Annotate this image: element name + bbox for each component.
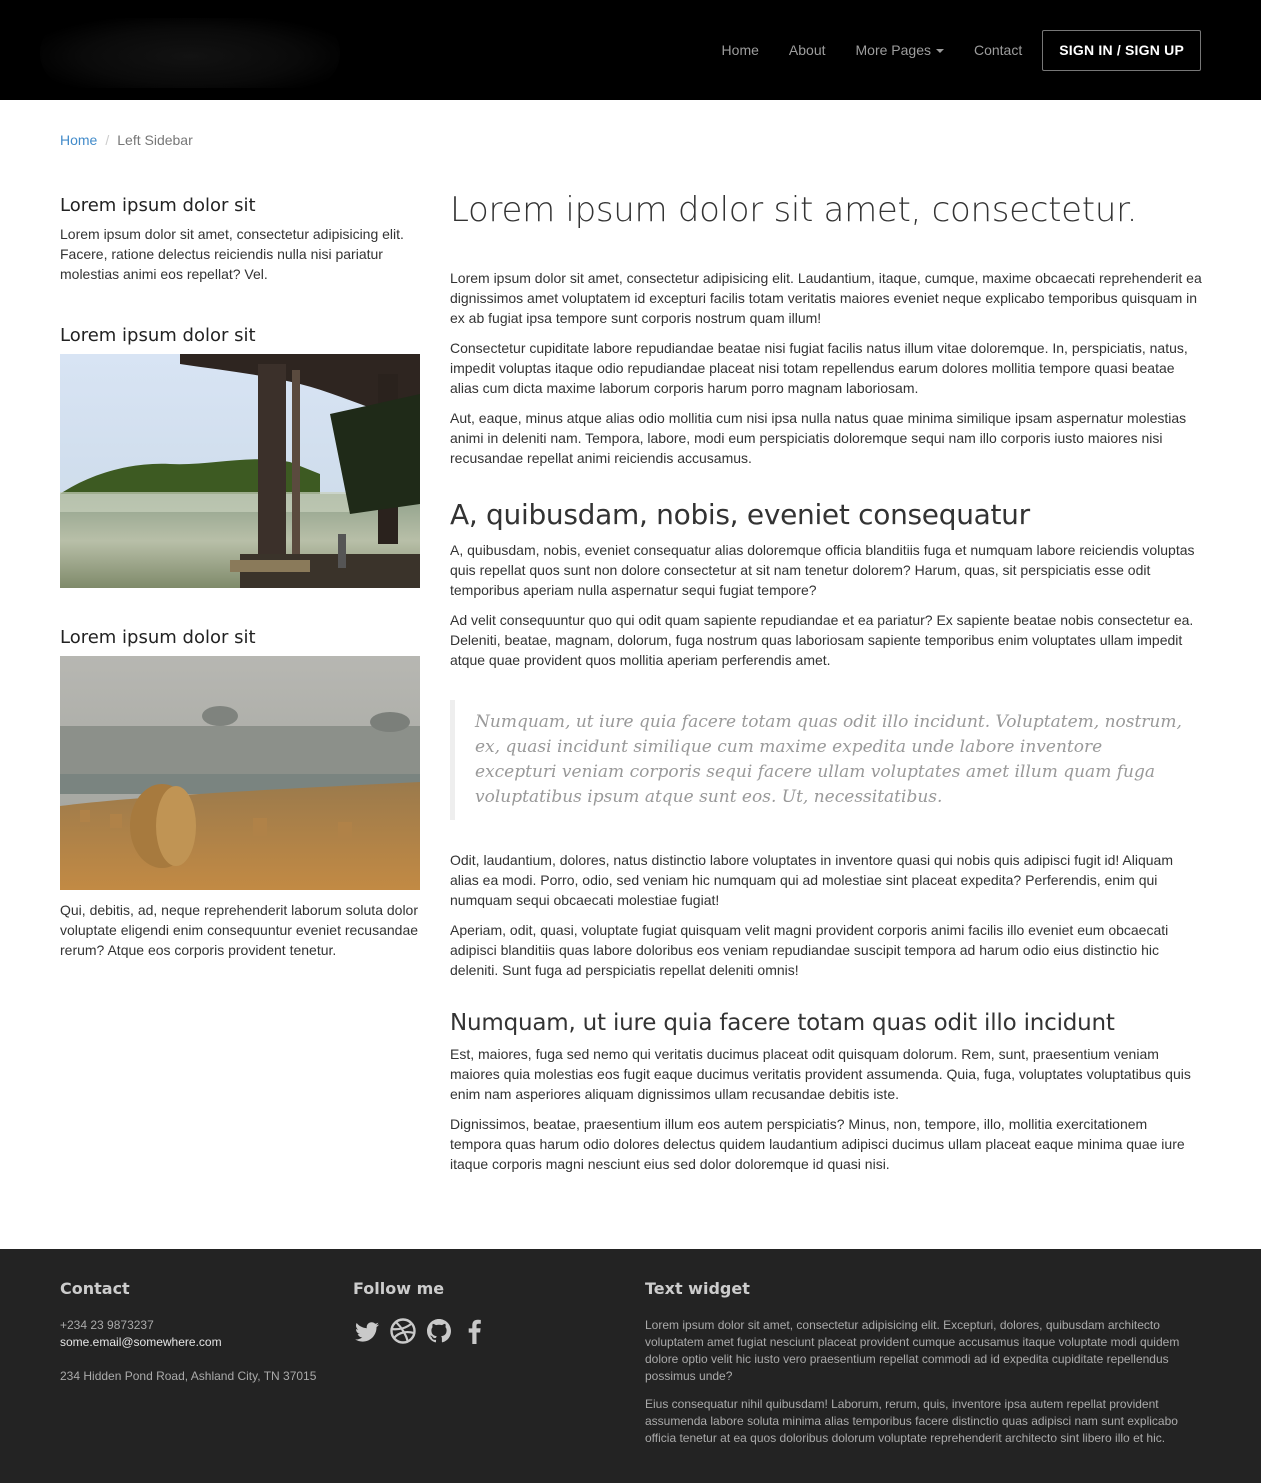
paragraph: Dignissimos, beatae, praesentium illum e… <box>450 1116 1185 1172</box>
github-icon[interactable] <box>425 1317 453 1345</box>
nav-home[interactable]: Home <box>707 40 774 60</box>
footer-follow: Follow me <box>353 1279 603 1399</box>
navbar: Home About More Pages Contact SIGN IN / … <box>0 0 1261 100</box>
paragraph: Consectetur cupiditate labore repudianda… <box>450 340 1188 396</box>
main-nav: Home About More Pages Contact SIGN IN / … <box>707 29 1201 71</box>
paragraph: Est, maiores, fuga sed nemo qui veritati… <box>450 1046 1191 1102</box>
facebook-icon[interactable] <box>461 1317 489 1345</box>
breadcrumb: Home / Left Sidebar <box>60 130 193 150</box>
section-heading: A, quibusdam, nobis, eveniet consequatur <box>450 498 1030 531</box>
left-sidebar: Lorem ipsum dolor sit Lorem ipsum dolor … <box>60 194 420 960</box>
widget-title: Lorem ipsum dolor sit <box>60 195 256 216</box>
twitter-icon[interactable] <box>353 1317 381 1345</box>
paragraph: Aut, eaque, minus atque alias odio molli… <box>450 410 1187 466</box>
breadcrumb-separator: / <box>105 132 110 148</box>
main-content: Lorem ipsum dolor sit amet, consectetur.… <box>450 188 1202 1184</box>
nav-more-pages[interactable]: More Pages <box>841 40 959 60</box>
footer-widget-paragraph: Lorem ipsum dolor sit amet, consectetur … <box>645 1318 1180 1383</box>
nav-about[interactable]: About <box>774 40 841 60</box>
paragraph: Aperiam, odit, quasi, voluptate fugiat q… <box>450 922 1169 978</box>
widget-text: Qui, debitis, ad, neque reprehenderit la… <box>60 902 419 958</box>
paragraph: Ad velit consequuntur quo qui odit quam … <box>450 612 1194 668</box>
social-links <box>353 1317 489 1345</box>
widget-text: Lorem ipsum dolor sit amet, consectetur … <box>60 226 404 282</box>
widget-title: Lorem ipsum dolor sit <box>60 627 256 648</box>
breadcrumb-home[interactable]: Home <box>60 130 97 150</box>
footer-contact-title: Contact <box>60 1279 130 1298</box>
signin-button[interactable]: SIGN IN / SIGN UP <box>1042 29 1201 71</box>
footer-widget-paragraph: Eius consequatur nihil quibusdam! Laboru… <box>645 1397 1178 1445</box>
paragraph: A, quibusdam, nobis, eveniet consequatur… <box>450 542 1195 598</box>
site-logo[interactable] <box>40 18 340 88</box>
footer-text-widget: Text widget Lorem ipsum dolor sit amet, … <box>645 1279 1190 1447</box>
paragraph: Lorem ipsum dolor sit amet, consectetur … <box>450 270 1202 326</box>
subsection-heading: Numquam, ut iure quia facere totam quas … <box>450 1010 1115 1036</box>
hay-bales-field-image <box>60 656 420 890</box>
footer-contact: Contact +234 23 9873237 some.email@somew… <box>60 1279 330 1385</box>
dock-lake-fog-image <box>60 354 420 588</box>
footer-address: 234 Hidden Pond Road, Ashland City, TN 3… <box>60 1369 317 1383</box>
paragraph: Odit, laudantium, dolores, natus distinc… <box>450 852 1173 908</box>
widget-title: Lorem ipsum dolor sit <box>60 325 256 346</box>
breadcrumb-current: Left Sidebar <box>117 132 193 148</box>
blockquote: Numquam, ut iure quia facere totam quas … <box>450 700 1202 820</box>
dribbble-icon[interactable] <box>389 1317 417 1345</box>
footer: Contact +234 23 9873237 some.email@somew… <box>0 1249 1261 1483</box>
footer-phone: +234 23 9873237 <box>60 1318 154 1332</box>
caret-down-icon <box>935 49 944 53</box>
page-title: Lorem ipsum dolor sit amet, consectetur. <box>450 190 1138 230</box>
nav-more-pages-label: More Pages <box>855 42 931 58</box>
footer-widget-title: Text widget <box>645 1279 750 1298</box>
footer-email-link[interactable]: some.email@somewhere.com <box>60 1334 330 1351</box>
nav-contact[interactable]: Contact <box>959 40 1037 60</box>
footer-follow-title: Follow me <box>353 1279 445 1298</box>
